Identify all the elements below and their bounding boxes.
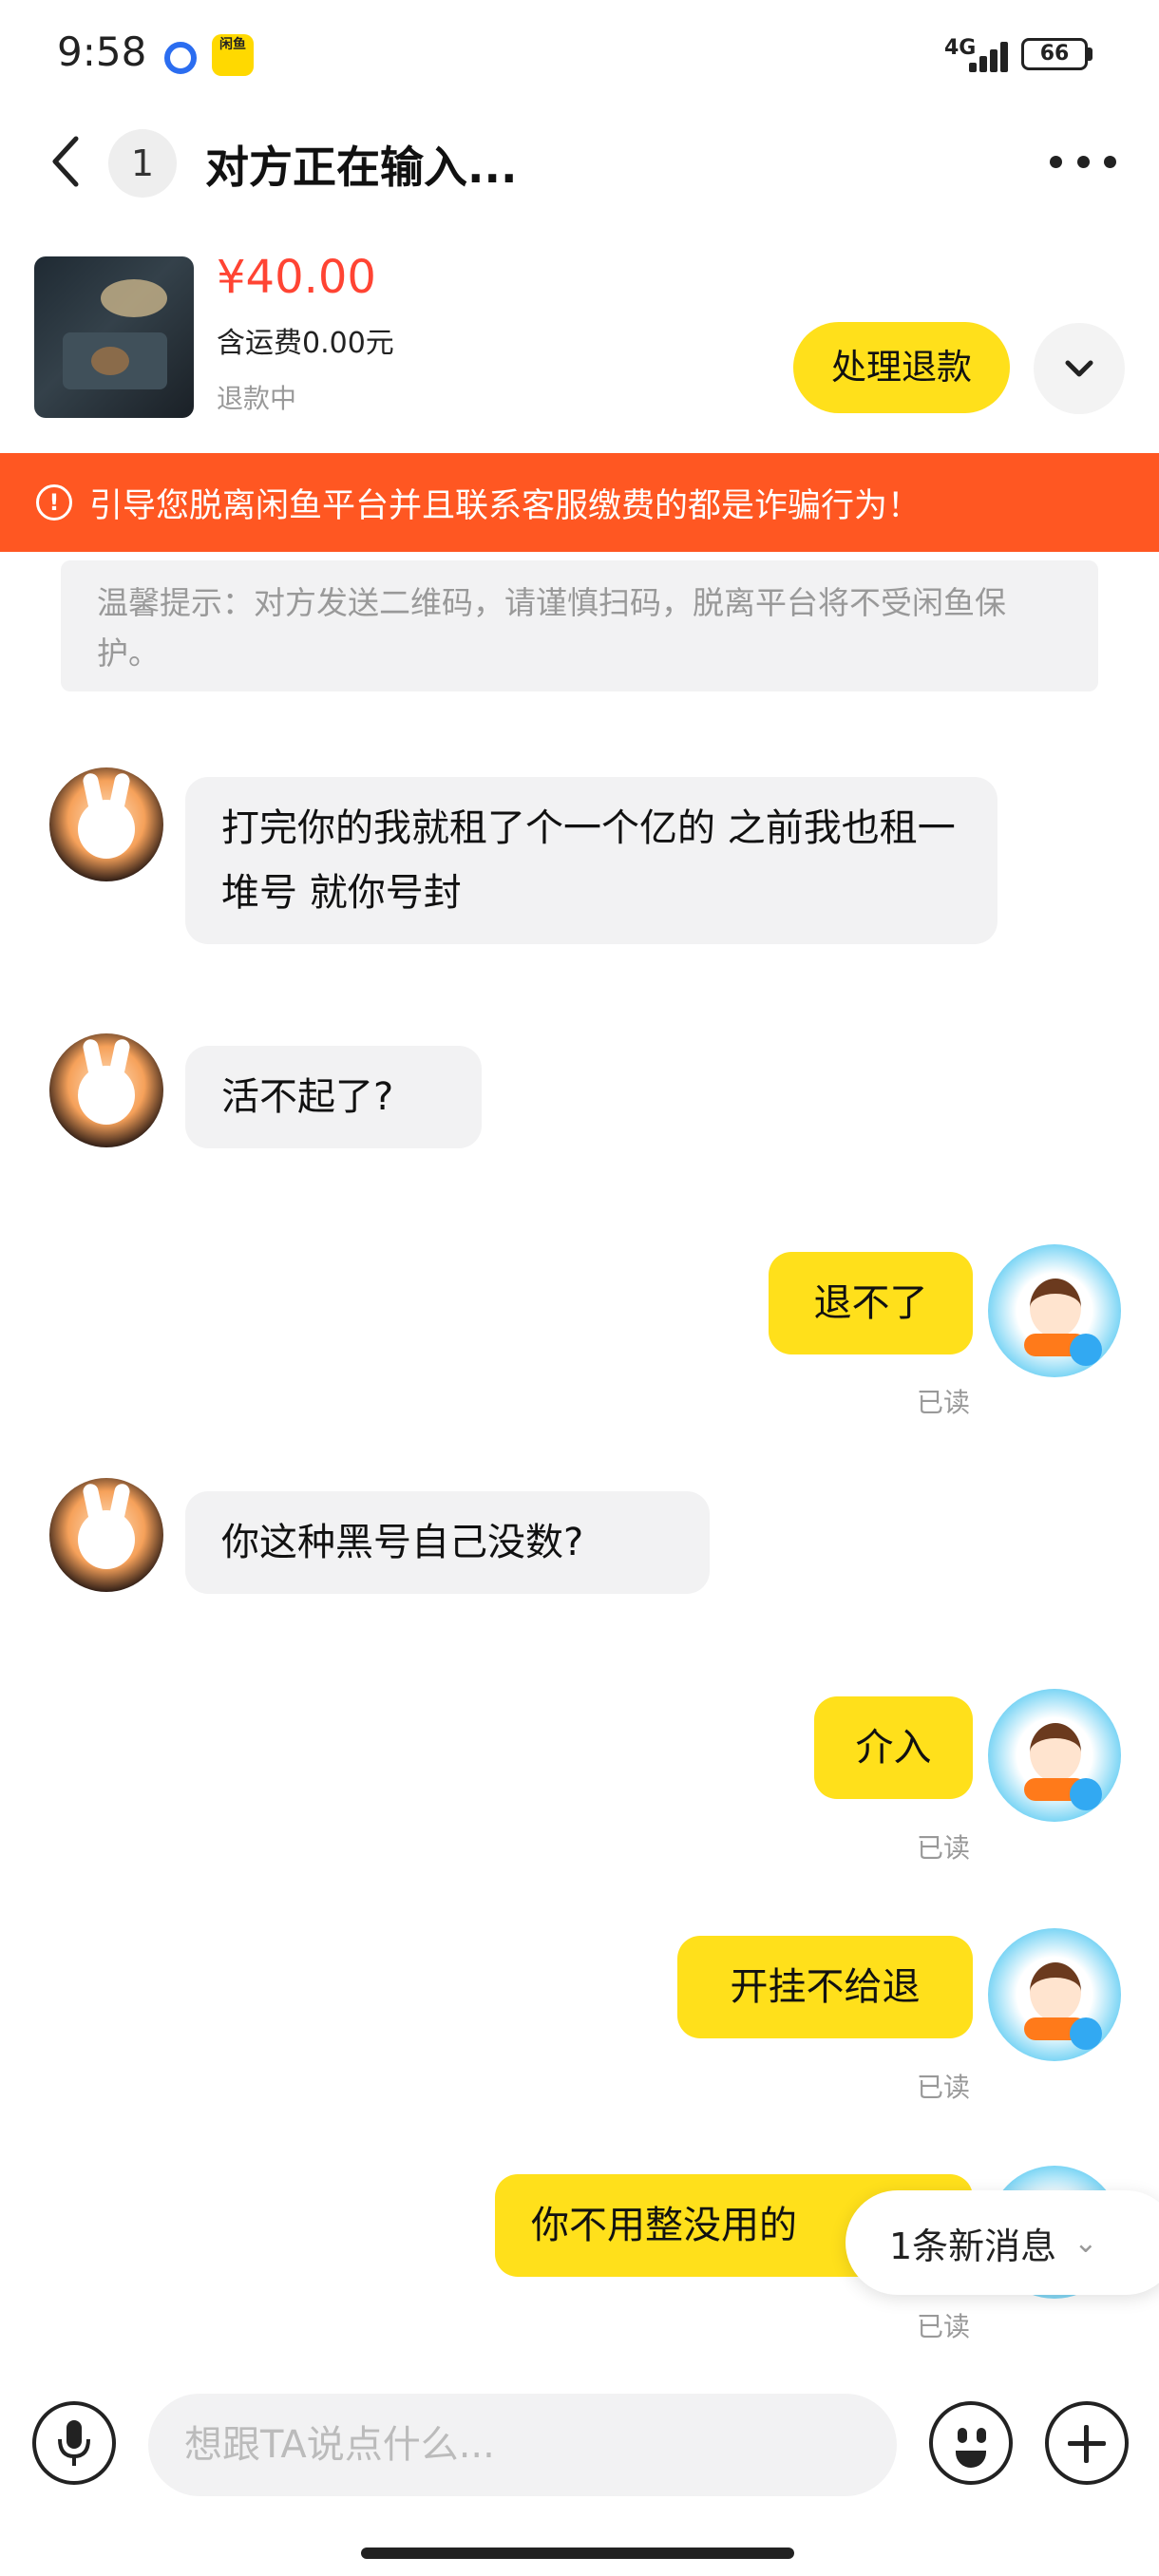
thumb-shape — [101, 279, 167, 317]
read-receipt: 已读 — [917, 1832, 971, 1864]
avatar-shape — [78, 1066, 135, 1125]
avatar-shape — [1070, 1334, 1102, 1366]
fraud-warning-banner: ! 引导您脱离闲鱼平台并且联系客服缴费的都是诈骗行为！ — [0, 453, 1159, 552]
battery-tip — [1088, 47, 1092, 61]
message-bubble[interactable]: 介入 — [814, 1696, 973, 1799]
message-input[interactable] — [148, 2394, 897, 2496]
plus-icon-stroke — [1084, 2425, 1089, 2463]
more-actions-button[interactable] — [1045, 2401, 1129, 2485]
avatar-shape — [1070, 1778, 1102, 1810]
message-bubble[interactable]: 你这种黑号自己没数? — [185, 1491, 710, 1594]
emoji-eye — [977, 2428, 986, 2443]
avatar[interactable] — [988, 1244, 1121, 1377]
product-thumbnail[interactable] — [34, 256, 194, 418]
new-messages-button[interactable]: 1条新消息 ⌄ — [846, 2190, 1159, 2295]
home-indicator[interactable] — [361, 2548, 794, 2559]
avatar[interactable] — [988, 1928, 1121, 2061]
battery-icon: 66 — [1021, 38, 1088, 70]
read-receipt: 已读 — [917, 2072, 971, 2103]
read-receipt: 已读 — [917, 1387, 971, 1418]
page-title: 对方正在输入... — [205, 142, 518, 193]
message-bubble[interactable]: 打完你的我就租了个一个亿的 之前我也租一堆号 就你号封 — [185, 777, 998, 944]
chevron-down-icon — [1065, 360, 1093, 377]
expand-button[interactable] — [1034, 323, 1125, 414]
order-status: 退款中 — [217, 383, 297, 414]
signal-icon — [969, 42, 1008, 72]
message-bubble[interactable]: 开挂不给退 — [677, 1936, 973, 2038]
new-messages-label: 1条新消息 — [889, 2225, 1057, 2267]
avatar-shape — [78, 800, 135, 859]
message-bubble[interactable]: 退不了 — [769, 1252, 973, 1354]
unread-count-badge[interactable]: 1 — [108, 129, 177, 198]
avatar-shape — [1070, 2017, 1102, 2050]
more-dots-icon — [1050, 155, 1062, 168]
safety-tip: 温馨提示：对方发送二维码，请谨慎扫码，脱离平台将不受闲鱼保护。 — [61, 560, 1098, 691]
product-price: ¥40.00 — [217, 251, 376, 304]
avatar[interactable] — [988, 1689, 1121, 1822]
handle-refund-button[interactable]: 处理退款 — [793, 322, 1010, 413]
emoji-button[interactable] — [929, 2401, 1013, 2485]
more-dot — [1104, 155, 1116, 168]
avatar-shape — [78, 1510, 135, 1569]
message-bubble[interactable]: 活不起了? — [185, 1046, 482, 1148]
read-receipt: 已读 — [917, 2311, 971, 2342]
thumb-shape — [91, 347, 129, 375]
microphone-icon — [58, 2420, 90, 2466]
avatar-shape — [1030, 1962, 1081, 2021]
warning-text: 引导您脱离闲鱼平台并且联系客服缴费的都是诈骗行为！ — [89, 486, 922, 525]
avatar[interactable] — [49, 1478, 163, 1592]
status-app-icon: 闲鱼 — [212, 34, 254, 76]
back-button[interactable] — [42, 123, 89, 199]
status-app-dot-icon — [164, 42, 197, 74]
status-time: 9:58 — [57, 28, 147, 75]
chevron-left-icon — [52, 136, 79, 187]
alert-circle-icon: ! — [36, 484, 72, 521]
voice-input-button[interactable] — [32, 2401, 116, 2485]
more-dot — [1076, 155, 1090, 168]
avatar-shape — [1030, 1279, 1081, 1337]
avatar[interactable] — [49, 1033, 163, 1147]
more-options-button[interactable] — [1050, 138, 1116, 185]
emoji-icon — [958, 2428, 967, 2443]
avatar[interactable] — [49, 767, 163, 881]
shipping-fee: 含运费0.00元 — [217, 327, 394, 360]
emoji-mouth — [956, 2451, 986, 2468]
avatar-shape — [1030, 1723, 1081, 1782]
double-chevron-down-icon: ⌄ — [1074, 2226, 1098, 2260]
